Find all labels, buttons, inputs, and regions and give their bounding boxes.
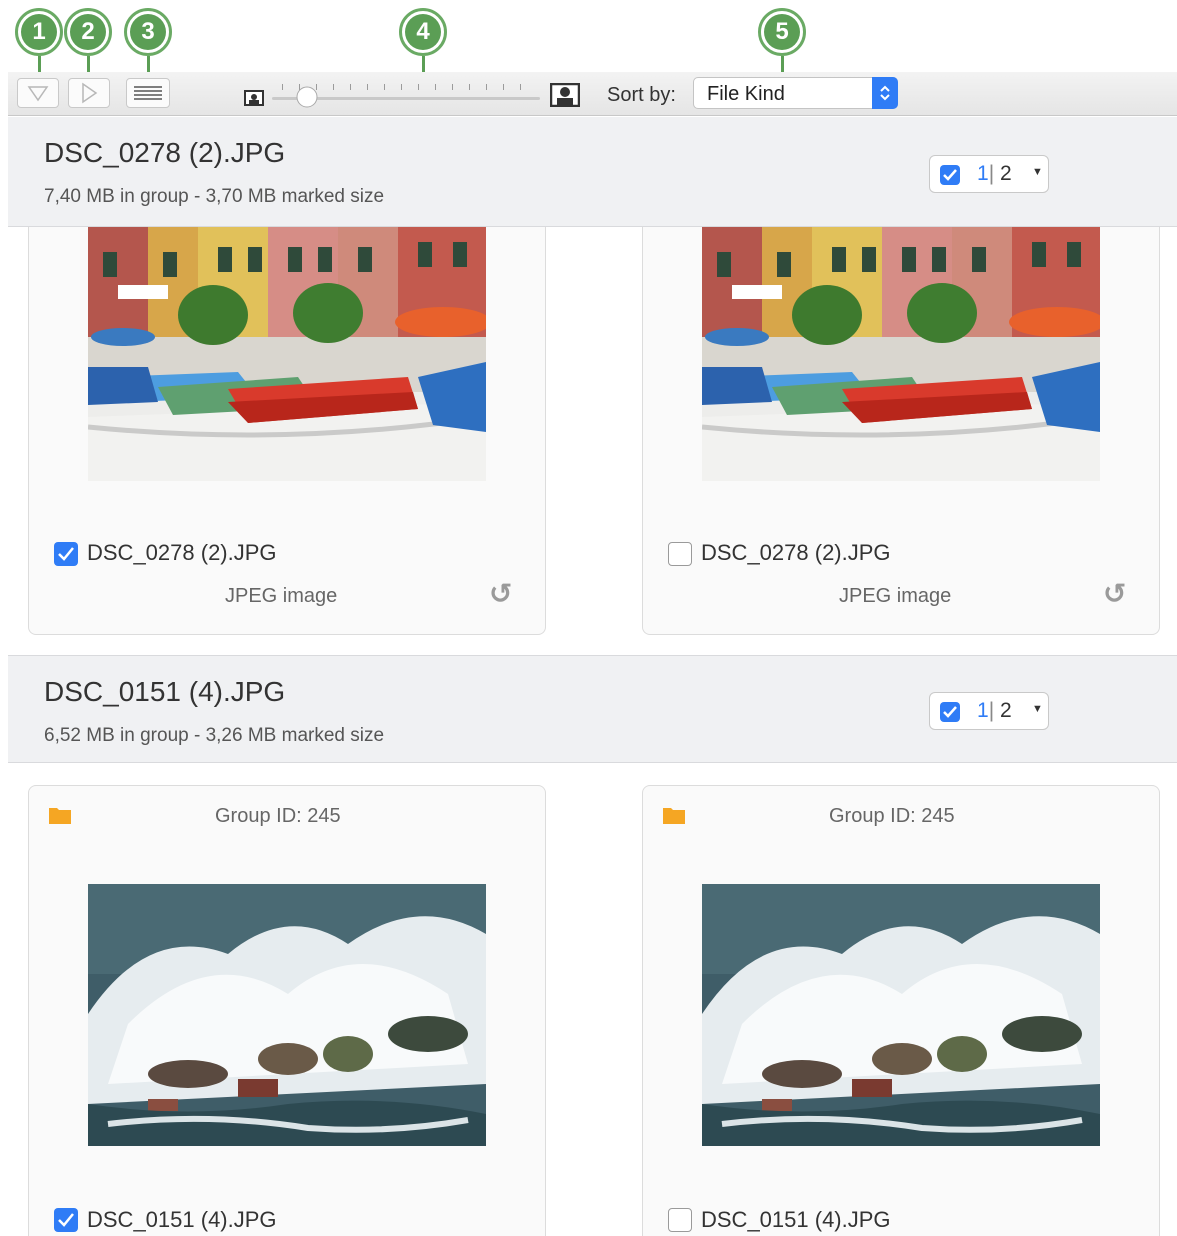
boats-photo — [88, 227, 486, 481]
sort-by-select[interactable]: File Kind — [693, 77, 898, 109]
slider-tick — [486, 84, 487, 90]
small-thumbnail-icon — [244, 90, 264, 106]
slider-tick — [333, 84, 334, 90]
triangle-down-icon — [27, 86, 49, 102]
counter-separator: | — [988, 162, 995, 185]
callout-3: 3 — [124, 8, 172, 56]
wave-photo — [702, 884, 1100, 1146]
checkbox-checked-icon — [940, 702, 960, 722]
list-lines-icon — [134, 86, 162, 100]
checkmark-icon — [58, 547, 74, 561]
slider-tick — [452, 84, 453, 90]
caret-down-icon: ▼ — [1032, 703, 1043, 715]
file-name: DSC_0278 (2).JPG — [87, 540, 277, 565]
group-title: DSC_0151 (4).JPG — [44, 676, 286, 707]
callout-4: 4 — [399, 8, 447, 56]
sort-by-label: Sort by: — [607, 84, 676, 106]
file-name: DSC_0151 (4).JPG — [701, 1207, 891, 1232]
file-card[interactable]: Group ID: 245 DSC_0151 (4).JPG — [642, 785, 1160, 1236]
file-card[interactable]: Group ID: 245 DSC_0151 (4).JPG — [28, 785, 546, 1236]
group-mark-counter[interactable]: 1| 2 ▼ — [929, 692, 1049, 730]
slider-tick — [367, 84, 368, 90]
callout-1: 1 — [15, 8, 63, 56]
file-kind: JPEG image — [225, 585, 338, 607]
slider-tick — [384, 84, 385, 90]
folder-icon — [663, 808, 685, 824]
list-view-button[interactable] — [126, 78, 170, 108]
file-card[interactable]: DSC_0278 (2).JPG JPEG image ↺ — [28, 227, 546, 635]
file-kind: JPEG image — [839, 585, 952, 607]
expand-all-button[interactable] — [68, 78, 110, 108]
sort-by-value: File Kind — [707, 83, 785, 105]
slider-tick — [469, 84, 470, 90]
checkmark-icon — [58, 1213, 74, 1227]
file-name: DSC_0151 (4).JPG — [87, 1207, 277, 1232]
group-id: Group ID: 245 — [215, 805, 341, 827]
file-checkbox[interactable] — [54, 542, 78, 566]
slider-tick — [282, 84, 283, 90]
file-card[interactable]: DSC_0278 (2).JPG JPEG image ↺ — [642, 227, 1160, 635]
slider-tick — [401, 84, 402, 90]
group-subtitle: 7,40 MB in group - 3,70 MB marked size — [44, 186, 385, 207]
toolbar — [8, 72, 1177, 116]
counter-selected: 1 — [977, 162, 989, 185]
slider-tick — [418, 84, 419, 90]
slider-thumb[interactable] — [296, 86, 318, 108]
large-thumbnail-icon — [550, 83, 580, 107]
wave-photo — [88, 884, 486, 1146]
counter-selected: 1 — [977, 699, 989, 722]
counter-total: 2 — [1000, 699, 1012, 722]
group-subtitle: 6,52 MB in group - 3,26 MB marked size — [44, 725, 385, 746]
reveal-in-finder-icon[interactable]: ↺ — [489, 577, 512, 610]
file-checkbox[interactable] — [668, 542, 692, 566]
file-name: DSC_0278 (2).JPG — [701, 540, 891, 565]
group-id: Group ID: 245 — [829, 805, 955, 827]
group-mark-counter[interactable]: 1| 2 ▼ — [929, 155, 1049, 193]
slider-tick — [520, 84, 521, 90]
boats-photo — [702, 227, 1100, 481]
file-checkbox[interactable] — [668, 1208, 692, 1232]
checkbox-checked-icon — [940, 165, 960, 185]
caret-down-icon: ▼ — [1032, 166, 1043, 178]
callout-2: 2 — [64, 8, 112, 56]
counter-separator: | — [988, 699, 995, 722]
file-checkbox[interactable] — [54, 1208, 78, 1232]
reveal-in-finder-icon[interactable]: ↺ — [1103, 577, 1126, 610]
collapse-all-button[interactable] — [17, 78, 59, 108]
slider-tick — [435, 84, 436, 90]
callout-5: 5 — [758, 8, 806, 56]
counter-total: 2 — [1000, 162, 1012, 185]
folder-icon — [49, 808, 71, 824]
triangle-right-icon — [82, 82, 98, 104]
slider-tick — [503, 84, 504, 90]
select-arrows-icon — [872, 77, 898, 109]
slider-tick — [350, 84, 351, 90]
group-title: DSC_0278 (2).JPG — [44, 137, 286, 168]
